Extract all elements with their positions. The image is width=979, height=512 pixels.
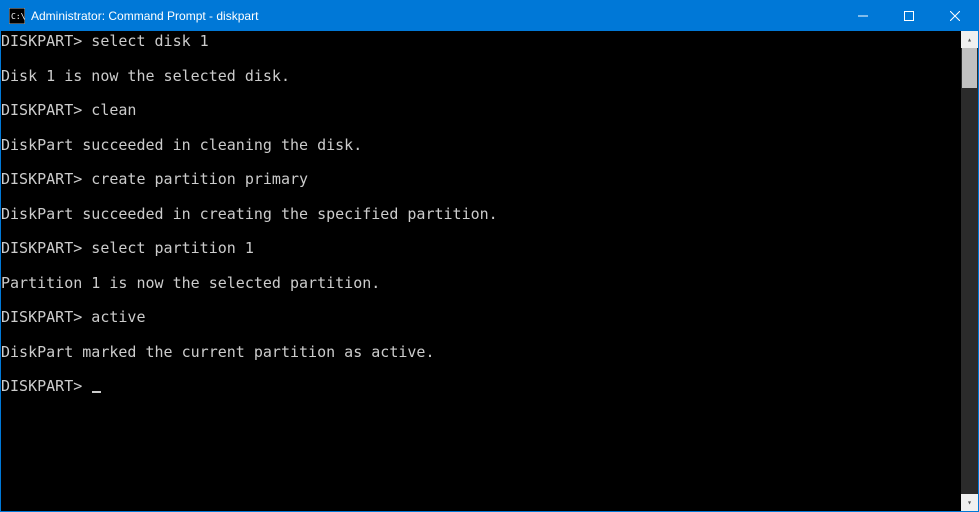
window-controls (840, 1, 978, 31)
svg-text:C:\: C:\ (11, 12, 25, 21)
maximize-button[interactable] (886, 1, 932, 31)
terminal-line: DISKPART> select partition 1 (1, 240, 959, 257)
scroll-thumb[interactable] (962, 48, 977, 88)
prompt-label: DISKPART> (1, 377, 91, 395)
terminal-blank-line (1, 50, 959, 67)
terminal-blank-line (1, 223, 959, 240)
titlebar[interactable]: C:\ Administrator: Command Prompt - disk… (1, 1, 978, 31)
terminal-blank-line (1, 257, 959, 274)
close-button[interactable] (932, 1, 978, 31)
minimize-button[interactable] (840, 1, 886, 31)
vertical-scrollbar[interactable]: ▴ ▾ (961, 31, 978, 511)
terminal-blank-line (1, 154, 959, 171)
scroll-down-button[interactable]: ▾ (961, 494, 978, 511)
terminal-output[interactable]: DISKPART> select disk 1 Disk 1 is now th… (1, 31, 961, 511)
terminal-blank-line (1, 292, 959, 309)
terminal-blank-line (1, 326, 959, 343)
cmd-icon: C:\ (9, 8, 25, 24)
terminal-line: DISKPART> active (1, 309, 959, 326)
terminal-blank-line (1, 188, 959, 205)
terminal-prompt-line[interactable]: DISKPART> (1, 378, 959, 395)
text-cursor (92, 391, 101, 393)
command-prompt-window: C:\ Administrator: Command Prompt - disk… (0, 0, 979, 512)
terminal-line: Partition 1 is now the selected partitio… (1, 275, 959, 292)
terminal-line: DiskPart succeeded in creating the speci… (1, 206, 959, 223)
terminal-line: DISKPART> create partition primary (1, 171, 959, 188)
terminal-blank-line (1, 119, 959, 136)
terminal-area: DISKPART> select disk 1 Disk 1 is now th… (1, 31, 978, 511)
terminal-line: DiskPart succeeded in cleaning the disk. (1, 137, 959, 154)
terminal-line: DiskPart marked the current partition as… (1, 344, 959, 361)
terminal-blank-line (1, 85, 959, 102)
scroll-up-button[interactable]: ▴ (961, 31, 978, 48)
terminal-line: DISKPART> clean (1, 102, 959, 119)
terminal-line: DISKPART> select disk 1 (1, 33, 959, 50)
terminal-blank-line (1, 361, 959, 378)
terminal-line: Disk 1 is now the selected disk. (1, 68, 959, 85)
window-title: Administrator: Command Prompt - diskpart (31, 9, 840, 23)
